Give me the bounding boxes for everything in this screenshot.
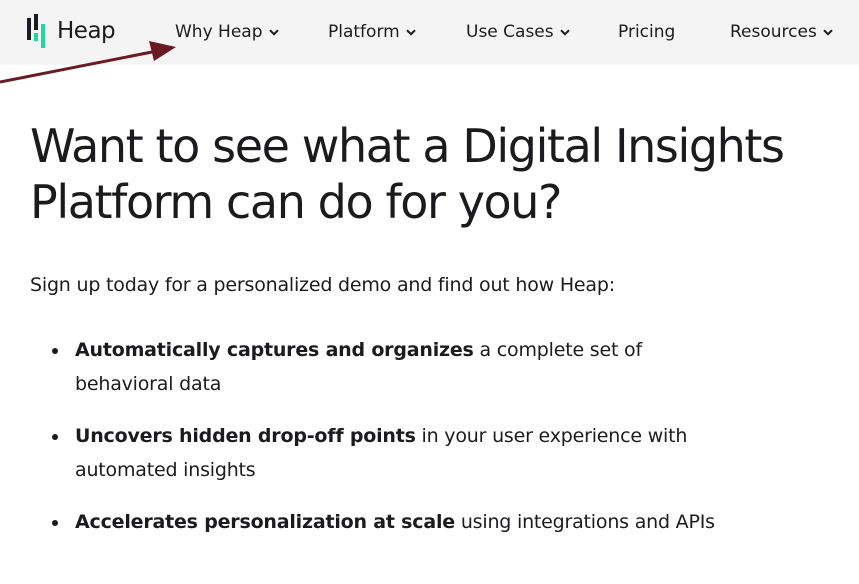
nav-why-heap[interactable]: Why Heap <box>175 20 279 44</box>
list-item-bold: Uncovers hidden drop-off points <box>75 425 416 447</box>
nav-use-cases[interactable]: Use Cases <box>466 20 570 44</box>
list-item: Uncovers hidden drop-off points in your … <box>52 419 725 487</box>
nav-use-cases-label: Use Cases <box>466 22 554 42</box>
chevron-down-icon <box>405 28 416 36</box>
chevron-down-icon <box>823 28 833 36</box>
list-item: Accelerates personalization at scale usi… <box>52 505 725 539</box>
nav-pricing-label: Pricing <box>618 22 676 42</box>
chevron-down-icon <box>268 28 279 36</box>
bullet-icon <box>52 520 58 526</box>
nav-pricing[interactable]: Pricing <box>618 20 675 44</box>
bullet-icon <box>52 348 58 354</box>
page-title: Want to see what a Digital Insights Plat… <box>30 119 785 229</box>
list-item-bold: Accelerates personalization at scale <box>75 511 455 533</box>
bullet-icon <box>52 434 58 440</box>
nav-platform[interactable]: Platform <box>328 20 416 44</box>
heap-logo-icon <box>27 14 49 48</box>
nav-resources-label: Resources <box>730 22 817 42</box>
nav-why-heap-label: Why Heap <box>175 22 263 42</box>
list-item-text: using integrations and APIs <box>454 511 715 533</box>
nav-resources[interactable]: Resources <box>730 20 833 44</box>
heap-logo[interactable]: Heap <box>27 14 116 48</box>
nav-platform-label: Platform <box>328 22 400 42</box>
top-navigation: Heap Why Heap Platform Use Cases Pricing… <box>0 0 859 65</box>
list-item: Automatically captures and organizes a c… <box>52 333 725 401</box>
brand-name: Heap <box>57 18 116 44</box>
chevron-down-icon <box>559 28 570 36</box>
intro-text: Sign up today for a personalized demo an… <box>30 274 615 296</box>
list-item-bold: Automatically captures and organizes <box>75 339 474 361</box>
